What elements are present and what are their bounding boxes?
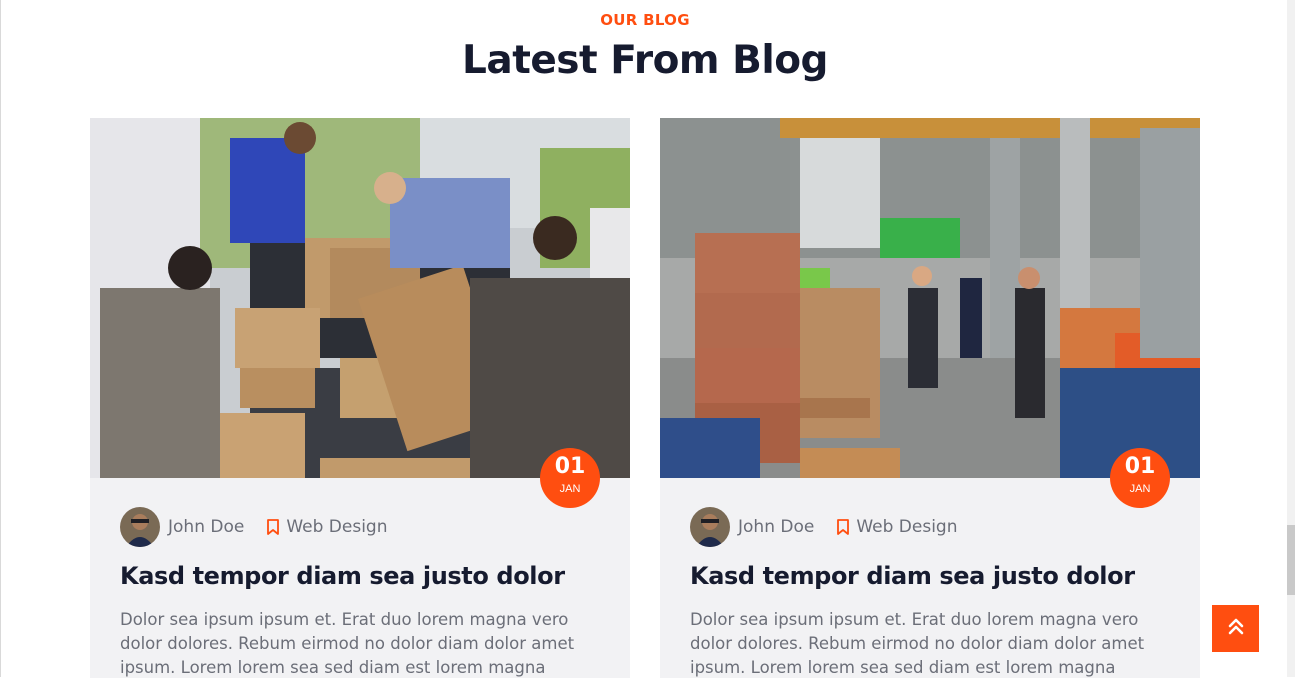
post-date-month: JAN <box>1129 483 1151 495</box>
post-date-month: JAN <box>559 483 581 495</box>
double-chevron-up-icon <box>1228 617 1244 640</box>
section-eyebrow: OUR BLOG <box>600 11 690 29</box>
post-excerpt: Dolor sea ipsum ipsum et. Erat duo lorem… <box>120 610 575 677</box>
bookmark-icon <box>266 519 280 535</box>
volunteers-loading-boxes-photo <box>90 118 630 478</box>
post-category[interactable]: Web Design <box>286 517 387 537</box>
post-title[interactable]: Kasd tempor diam sea justo dolor <box>120 562 620 590</box>
post-date-badge: 01 JAN <box>1110 448 1170 508</box>
blog-card[interactable]: 01 JAN John Doe Web Design Kasd tempor d… <box>660 118 1200 678</box>
scrollbar-thumb[interactable] <box>1287 525 1295 595</box>
page-left-edge <box>0 0 1 677</box>
post-excerpt: Dolor sea ipsum ipsum et. Erat duo lorem… <box>690 610 1145 677</box>
bookmark-icon <box>836 519 850 535</box>
post-date-day: 01 <box>554 454 586 479</box>
section-title: Latest From Blog <box>462 38 828 83</box>
post-category[interactable]: Web Design <box>856 517 957 537</box>
author-name[interactable]: John Doe <box>168 517 244 537</box>
post-title[interactable]: Kasd tempor diam sea justo dolor <box>690 562 1190 590</box>
author-name[interactable]: John Doe <box>738 517 814 537</box>
author-avatar[interactable] <box>690 507 730 547</box>
post-date-badge: 01 JAN <box>540 448 600 508</box>
post-meta: John Doe Web Design <box>120 507 388 547</box>
post-meta: John Doe Web Design <box>690 507 958 547</box>
blog-card[interactable]: 01 JAN John Doe Web Design Kasd tempor d… <box>90 118 630 678</box>
post-date-day: 01 <box>1124 454 1156 479</box>
page-scrollbar[interactable] <box>1287 0 1295 677</box>
blog-card-image[interactable] <box>660 118 1200 478</box>
author-avatar[interactable] <box>120 507 160 547</box>
back-to-top-button[interactable] <box>1212 605 1259 652</box>
warehouse-workers-photo <box>660 118 1200 478</box>
blog-card-image[interactable] <box>90 118 630 478</box>
